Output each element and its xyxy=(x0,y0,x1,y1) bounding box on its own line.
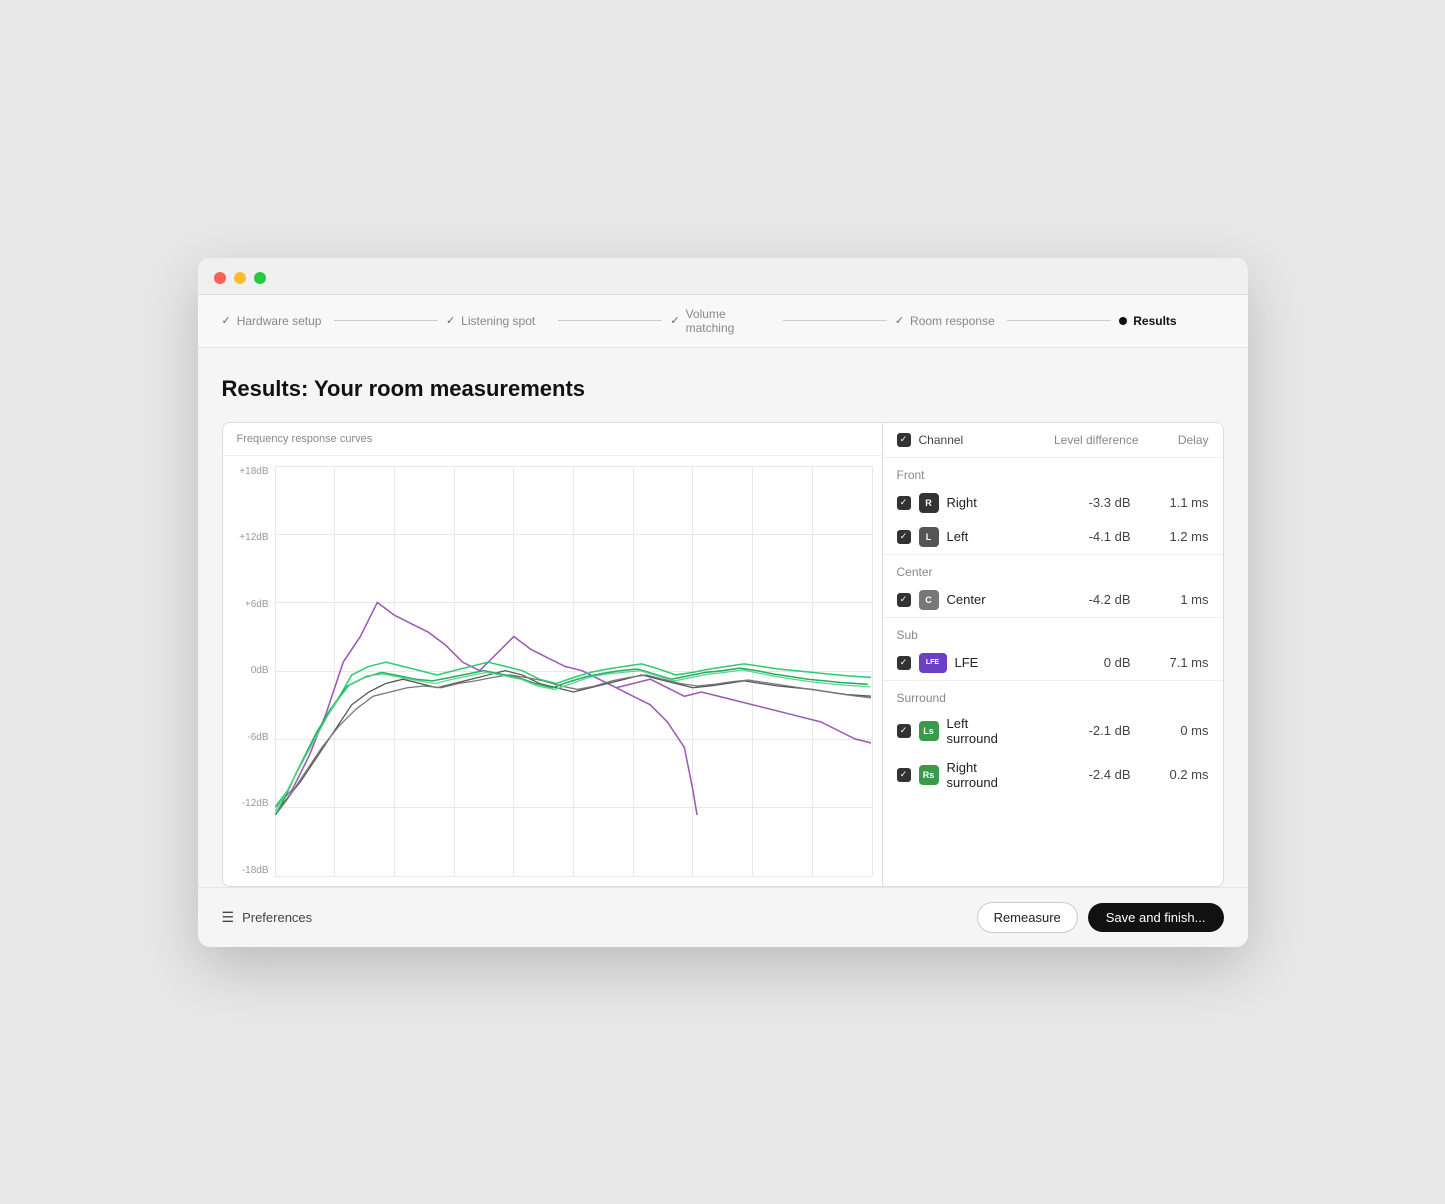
checkbox-center[interactable] xyxy=(897,593,911,607)
step-results[interactable]: Results xyxy=(1119,314,1223,328)
channel-row-lfe[interactable]: LFE LFE 0 dB 7.1 ms xyxy=(883,646,1223,680)
delay-center: 1 ms xyxy=(1139,592,1209,607)
delay-right: 1.1 ms xyxy=(1139,495,1209,510)
step-line-1 xyxy=(334,320,438,321)
badge-right: R xyxy=(919,493,939,513)
footer-right: Remeasure Save and finish... xyxy=(977,902,1224,933)
step-line-4 xyxy=(1007,320,1111,321)
checkbox-right[interactable] xyxy=(897,496,911,510)
preferences-icon: ☰ xyxy=(222,909,235,926)
table-header: Channel Level difference Delay xyxy=(883,423,1223,458)
channel-row-ls[interactable]: Ls Left surround -2.1 dB 0 ms xyxy=(883,709,1223,753)
data-panel: Channel Level difference Delay Front R R… xyxy=(883,423,1223,886)
badge-center: C xyxy=(919,590,939,610)
y-axis-labels: +18dB +12dB +6dB 0dB -6dB -12dB -18dB xyxy=(231,466,269,876)
y-label-6m: -6dB xyxy=(231,732,269,743)
checkbox-rs[interactable] xyxy=(897,768,911,782)
y-label-12m: -12dB xyxy=(231,798,269,809)
y-label-18p: +18dB xyxy=(231,466,269,477)
name-lfe: LFE xyxy=(955,655,1013,670)
stepper-bar: ✓ Hardware setup ✓ Listening spot ✓ Volu… xyxy=(198,295,1248,348)
y-label-18m: -18dB xyxy=(231,865,269,876)
step-active-dot xyxy=(1119,317,1127,325)
preferences-button[interactable]: ☰ Preferences xyxy=(222,909,313,926)
footer: ☰ Preferences Remeasure Save and finish.… xyxy=(198,887,1248,947)
maximize-button[interactable] xyxy=(254,272,266,284)
y-label-12p: +12dB xyxy=(231,532,269,543)
step-check-icon3: ✓ xyxy=(670,314,679,327)
checkbox-lfe[interactable] xyxy=(897,656,911,670)
page-title: Results: Your room measurements xyxy=(222,376,1224,402)
col-channel-header: Channel xyxy=(919,433,1029,447)
level-rs: -2.4 dB xyxy=(1021,767,1131,782)
step-listening-label: Listening spot xyxy=(461,314,535,328)
step-line-2 xyxy=(558,320,662,321)
name-center: Center xyxy=(947,592,1013,607)
badge-left: L xyxy=(919,527,939,547)
step-results-label: Results xyxy=(1133,314,1176,328)
level-center: -4.2 dB xyxy=(1021,592,1131,607)
chart-panel: Frequency response curves +18dB +12dB +6… xyxy=(223,423,883,886)
channel-row-center[interactable]: C Center -4.2 dB 1 ms xyxy=(883,583,1223,617)
content-area: Results: Your room measurements Frequenc… xyxy=(198,348,1248,887)
close-button[interactable] xyxy=(214,272,226,284)
table-header-cols: Channel Level difference Delay xyxy=(919,433,1209,447)
step-hardware[interactable]: ✓ Hardware setup xyxy=(222,314,326,328)
chart-area: +18dB +12dB +6dB 0dB -6dB -12dB -18dB xyxy=(223,456,882,886)
channel-row-right[interactable]: R Right -3.3 dB 1.1 ms xyxy=(883,486,1223,520)
step-room-label: Room response xyxy=(910,314,995,328)
level-right: -3.3 dB xyxy=(1021,495,1131,510)
delay-rs: 0.2 ms xyxy=(1139,767,1209,782)
section-sub: Sub xyxy=(883,618,1223,646)
delay-left: 1.2 ms xyxy=(1139,529,1209,544)
checkbox-left[interactable] xyxy=(897,530,911,544)
step-volume[interactable]: ✓ Volume matching xyxy=(670,307,774,335)
preferences-label: Preferences xyxy=(242,910,312,925)
delay-ls: 0 ms xyxy=(1139,723,1209,738)
step-volume-label: Volume matching xyxy=(686,307,775,335)
step-check-icon: ✓ xyxy=(222,314,231,327)
step-room[interactable]: ✓ Room response xyxy=(895,314,999,328)
level-lfe: 0 dB xyxy=(1021,655,1131,670)
col-level-header: Level difference xyxy=(1029,433,1139,447)
col-delay-header: Delay xyxy=(1139,433,1209,447)
section-surround: Surround xyxy=(883,681,1223,709)
name-rs: Right surround xyxy=(947,760,1013,790)
save-finish-button[interactable]: Save and finish... xyxy=(1088,903,1224,932)
app-window: ✓ Hardware setup ✓ Listening spot ✓ Volu… xyxy=(198,258,1248,947)
section-center: Center xyxy=(883,555,1223,583)
badge-rs: Rs xyxy=(919,765,939,785)
channel-row-rs[interactable]: Rs Right surround -2.4 dB 0.2 ms xyxy=(883,753,1223,797)
step-listening[interactable]: ✓ Listening spot xyxy=(446,314,550,328)
step-hardware-label: Hardware setup xyxy=(237,314,322,328)
title-bar xyxy=(198,258,1248,295)
main-layout: Frequency response curves +18dB +12dB +6… xyxy=(222,422,1224,887)
checkbox-ls[interactable] xyxy=(897,724,911,738)
channel-row-left[interactable]: L Left -4.1 dB 1.2 ms xyxy=(883,520,1223,554)
select-all-checkbox[interactable] xyxy=(897,433,911,447)
step-check-icon2: ✓ xyxy=(446,314,455,327)
name-ls: Left surround xyxy=(947,716,1013,746)
delay-lfe: 7.1 ms xyxy=(1139,655,1209,670)
step-check-icon4: ✓ xyxy=(895,314,904,327)
badge-ls: Ls xyxy=(919,721,939,741)
section-front: Front xyxy=(883,458,1223,486)
name-right: Right xyxy=(947,495,1013,510)
y-label-6p: +6dB xyxy=(231,599,269,610)
level-left: -4.1 dB xyxy=(1021,529,1131,544)
remeasure-button[interactable]: Remeasure xyxy=(977,902,1078,933)
level-ls: -2.1 dB xyxy=(1021,723,1131,738)
step-line-3 xyxy=(783,320,887,321)
frequency-chart xyxy=(275,466,872,816)
y-label-0: 0dB xyxy=(231,665,269,676)
name-left: Left xyxy=(947,529,1013,544)
chart-header: Frequency response curves xyxy=(223,423,882,456)
badge-lfe: LFE xyxy=(919,653,947,673)
minimize-button[interactable] xyxy=(234,272,246,284)
